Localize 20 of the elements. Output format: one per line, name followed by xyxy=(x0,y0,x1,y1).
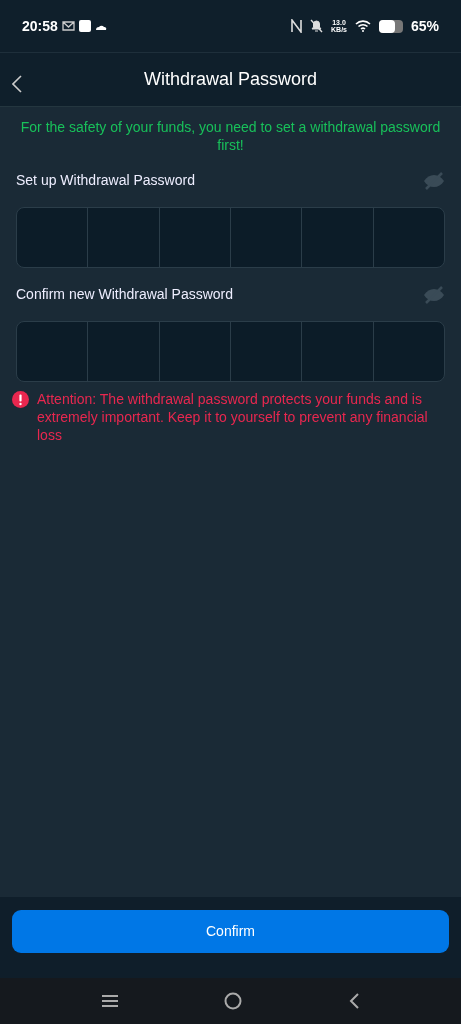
clock-time: 20:58 xyxy=(22,16,58,36)
alert-icon xyxy=(12,391,29,408)
password-input[interactable] xyxy=(16,207,445,268)
confirm-button[interactable]: Confirm xyxy=(12,910,449,953)
field-label: Set up Withdrawal Password xyxy=(16,171,195,190)
battery-percent: 65% xyxy=(410,16,439,36)
page-title: Withdrawal Password xyxy=(143,68,318,91)
mail-icon xyxy=(61,21,75,31)
password-input[interactable] xyxy=(16,321,445,382)
nfc-icon xyxy=(291,19,302,33)
square-icon xyxy=(78,20,91,32)
menu-icon[interactable] xyxy=(100,994,119,1008)
home-icon[interactable] xyxy=(224,992,243,1010)
back-icon[interactable] xyxy=(348,992,361,1010)
bell-muted-icon xyxy=(310,19,323,33)
field-label: Confirm new Withdrawal Password xyxy=(16,285,234,304)
wifi-icon xyxy=(354,20,371,32)
battery-icon xyxy=(378,19,403,33)
warning-text: Attention: The withdrawal password protects your funds and is extremely important. Keep it to yourself to prevent any financial loss xyxy=(37,390,429,445)
notice-text: For the safety of your funds, you need to set a withdrawal password first! xyxy=(19,118,442,154)
